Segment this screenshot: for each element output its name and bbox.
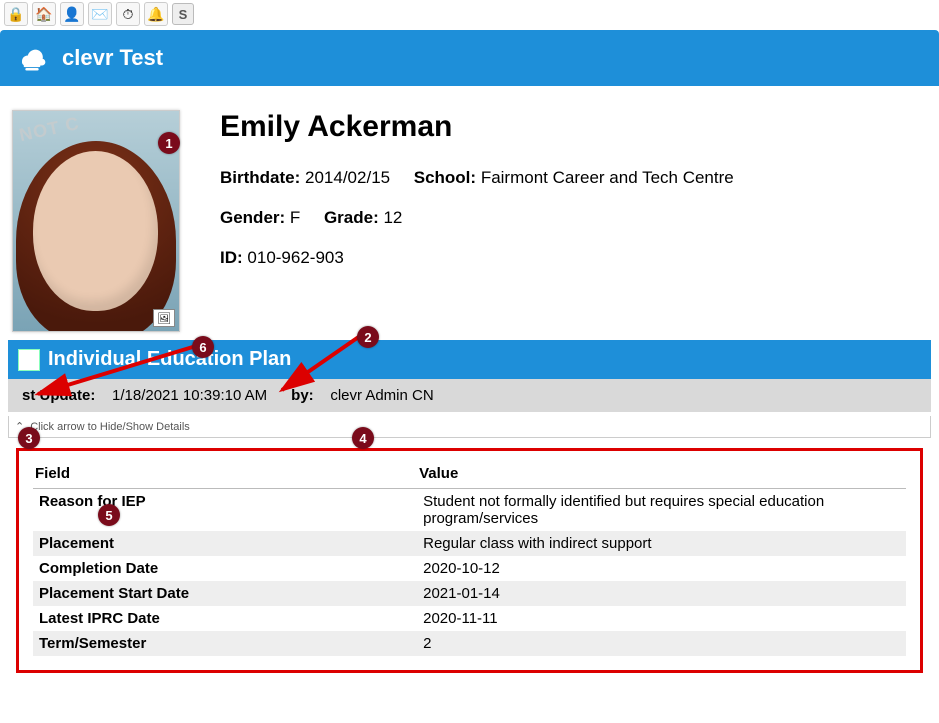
photo-watermark: NOT C [17, 113, 81, 146]
callout-6: 6 [192, 336, 214, 358]
id-value: 010-962-903 [247, 248, 343, 267]
student-name: Emily Ackerman [220, 110, 734, 144]
details-table: Field Value Reason for IEPStudent not fo… [33, 461, 906, 656]
table-row: PlacementRegular class with indirect sup… [33, 531, 906, 556]
last-update-bar: st Update: 1/18/2021 10:39:10 AM by: cle… [8, 379, 931, 412]
document-icon [18, 349, 40, 371]
callout-2: 2 [357, 326, 379, 348]
section-header-iep[interactable]: Individual Education Plan [8, 340, 931, 379]
grade-value: 12 [383, 208, 402, 227]
table-row: Reason for IEPStudent not formally ident… [33, 489, 906, 532]
lock-icon[interactable]: 🔒 [4, 2, 28, 26]
table-row: Placement Start Date2021-01-14 [33, 581, 906, 606]
gender-value: F [290, 208, 300, 227]
last-update-value: 1/18/2021 10:39:10 AM [112, 387, 267, 404]
hide-show-label: Click arrow to Hide/Show Details [30, 421, 190, 433]
table-row: Term/Semester2 [33, 631, 906, 656]
dashboard-icon[interactable]: ⏱ [116, 2, 140, 26]
details-box: Field Value Reason for IEPStudent not fo… [16, 448, 923, 673]
field-cell: Latest IPRC Date [33, 606, 417, 631]
grade-label: Grade: [324, 208, 379, 227]
updated-by-value: clevr Admin CN [330, 387, 433, 404]
hide-show-toggle[interactable]: ⌃ Click arrow to Hide/Show Details [8, 416, 931, 438]
mail-icon[interactable]: ✉️ [88, 2, 112, 26]
birthdate-value: 2014/02/15 [305, 168, 390, 187]
value-cell: 2021-01-14 [417, 581, 906, 606]
user-lock-icon[interactable]: 👤 [60, 2, 84, 26]
student-info: Emily Ackerman Birthdate: 2014/02/15 Sch… [220, 110, 734, 288]
value-cell: Regular class with indirect support [417, 531, 906, 556]
field-cell: Placement Start Date [33, 581, 417, 606]
section-title: Individual Education Plan [48, 348, 291, 371]
id-label: ID: [220, 248, 243, 267]
table-row: Completion Date2020-10-12 [33, 556, 906, 581]
gender-label: Gender: [220, 208, 285, 227]
app-header: clevr Test [0, 30, 939, 86]
app-title: clevr Test [62, 45, 163, 71]
photo-face-shape [33, 151, 158, 311]
callout-4: 4 [352, 427, 374, 449]
callout-1: 1 [158, 132, 180, 154]
bell-icon[interactable]: 🔔 [144, 2, 168, 26]
field-cell: Term/Semester [33, 631, 417, 656]
value-cell: Student not formally identified but requ… [417, 489, 906, 532]
table-row: Latest IPRC Date2020-11-11 [33, 606, 906, 631]
student-photo: NOT C 🖼 [12, 110, 180, 332]
value-cell: 2020-11-11 [417, 606, 906, 631]
updated-by-label: by: [291, 387, 314, 404]
col-field: Field [33, 461, 417, 489]
value-cell: 2 [417, 631, 906, 656]
school-value: Fairmont Career and Tech Centre [481, 168, 734, 187]
top-toolbar: 🔒 🏠 👤 ✉️ ⏱ 🔔 S [0, 0, 939, 28]
birthdate-label: Birthdate: [220, 168, 300, 187]
last-update-label: st Update: [22, 387, 95, 404]
value-cell: 2020-10-12 [417, 556, 906, 581]
field-cell: Reason for IEP [33, 489, 417, 532]
col-value: Value [417, 461, 906, 489]
callout-5: 5 [98, 504, 120, 526]
callout-3: 3 [18, 427, 40, 449]
field-cell: Placement [33, 531, 417, 556]
school-label: School: [414, 168, 476, 187]
photo-thumbnail-icon[interactable]: 🖼 [153, 309, 175, 327]
clevr-logo-icon [14, 40, 50, 76]
s-button[interactable]: S [172, 3, 194, 25]
field-cell: Completion Date [33, 556, 417, 581]
home-icon[interactable]: 🏠 [32, 2, 56, 26]
